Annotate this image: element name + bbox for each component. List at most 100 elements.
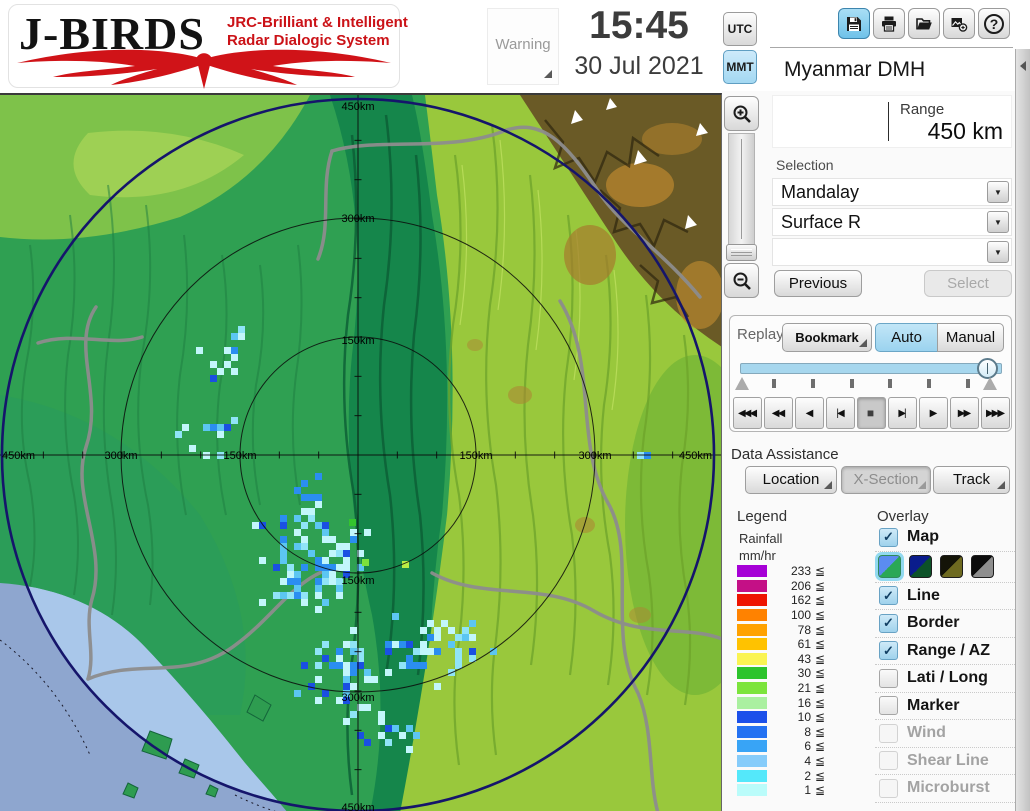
replay-label: Replay: [737, 326, 784, 343]
legend-lte-symbol: ≦: [815, 666, 826, 681]
checkbox[interactable]: [879, 751, 898, 771]
map-style-1[interactable]: [878, 555, 901, 578]
overlay-item-microburst[interactable]: Microburst: [875, 775, 1015, 803]
overlay-item-border[interactable]: ✓ Border: [875, 610, 1015, 638]
zoom-out-button[interactable]: [724, 263, 759, 298]
chevron-down-icon[interactable]: ▼: [987, 181, 1009, 203]
overlay-item-shear-line[interactable]: Shear Line: [875, 748, 1015, 775]
playback-play-backward-button[interactable]: ◀: [795, 397, 824, 429]
chevron-down-icon[interactable]: ▼: [987, 211, 1009, 233]
radar-map[interactable]: 450km 300km 150km 150km 300km 450km 450k…: [0, 93, 722, 811]
checkbox[interactable]: [879, 696, 898, 716]
overlay-item-map[interactable]: ✓ Map: [875, 524, 1015, 552]
zoom-slider-handle[interactable]: [726, 244, 757, 261]
auto-button[interactable]: Auto: [875, 323, 938, 352]
playback-step-forward-button[interactable]: ▶|: [888, 397, 917, 429]
map-style-4[interactable]: [971, 555, 994, 578]
overlay-item-label: Shear Line: [907, 751, 989, 769]
product-dropdown[interactable]: Surface R ▼: [772, 208, 1012, 236]
legend-swatch: [737, 725, 767, 738]
playback-forward-fast-button[interactable]: ▶▶▶: [981, 397, 1010, 429]
legend-lte-symbol: ≦: [815, 724, 826, 739]
map-style-3[interactable]: [940, 555, 963, 578]
manual-button[interactable]: Manual: [937, 323, 1004, 352]
select-button[interactable]: Select: [924, 270, 1012, 297]
legend-lte-symbol: ≦: [815, 710, 826, 725]
map-style-2[interactable]: [909, 555, 932, 578]
ring-label-450-right: 450km: [679, 450, 712, 462]
playback-rewind-fast-button[interactable]: ◀◀◀: [733, 397, 762, 429]
previous-button[interactable]: Previous: [774, 270, 862, 297]
legend-lte-symbol: ≦: [815, 578, 826, 593]
legend-value: 30: [797, 666, 811, 681]
range-label: Range: [900, 101, 945, 118]
bookmark-label: Bookmark: [795, 330, 859, 345]
extra-dropdown[interactable]: ▼: [772, 238, 1012, 266]
legend-lte-symbol: ≦: [815, 681, 826, 696]
zoom-in-button[interactable]: [724, 96, 759, 131]
x-section-button[interactable]: X-Section: [841, 466, 931, 494]
range-display: Range 450 km: [772, 95, 1012, 148]
legend-swatch: [737, 740, 767, 753]
slider-tick: [927, 379, 932, 388]
save-button[interactable]: [838, 8, 870, 39]
checkbox[interactable]: ✓: [879, 613, 898, 633]
replay-panel: Replay Bookmark Auto Manual ◀◀◀ ◀◀ ◀ |◀ ■ ▶| ▶…: [729, 315, 1012, 432]
logo-subtitle-1: JRC-Brilliant & Intelligent: [227, 14, 408, 31]
slider-tick: [810, 379, 815, 388]
zoom-out-icon: [733, 272, 751, 290]
overlay-item-label: Microburst: [907, 779, 990, 797]
chevron-down-icon[interactable]: ▼: [987, 241, 1009, 263]
track-button[interactable]: Track: [933, 466, 1010, 494]
legend-unit-line1: Rainfall: [739, 531, 783, 546]
replay-slider-track[interactable]: [740, 363, 1002, 374]
playback-stop-button[interactable]: ■: [857, 397, 886, 429]
panel-separator: [770, 47, 1013, 48]
panel-collapse-strip[interactable]: [1015, 49, 1030, 811]
playback-step-backward-button[interactable]: |◀: [826, 397, 855, 429]
save-icon: [847, 16, 861, 31]
ring-label-450-bottom: 450km: [341, 802, 374, 811]
playback-forward-button[interactable]: ▶▶: [950, 397, 979, 429]
legend-value: 43: [797, 651, 811, 666]
overlay-item-lati-long[interactable]: Lati / Long: [875, 665, 1015, 693]
legend-swatch: [737, 784, 767, 797]
zoom-slider-track[interactable]: [728, 133, 755, 245]
track-label: Track: [953, 471, 990, 488]
checkbox[interactable]: [879, 778, 898, 798]
checkbox[interactable]: [879, 723, 898, 743]
checkbox[interactable]: [879, 668, 898, 688]
printer-icon: [882, 16, 896, 32]
legend-entry: 4 ≦: [737, 754, 837, 769]
legend-scale: 233 ≦ 206 ≦ 162 ≦ 100 ≦ 78 ≦ 61 ≦ 43 ≦ 30 ≦ 21 ≦ 16 ≦ 10 ≦ 8 ≦ 6…: [737, 564, 837, 798]
print-button[interactable]: [873, 8, 905, 39]
checkbox[interactable]: ✓: [879, 527, 898, 547]
legend-entry: 2 ≦: [737, 768, 837, 783]
checkbox[interactable]: ✓: [879, 641, 898, 661]
overlay-item-marker[interactable]: Marker: [875, 693, 1015, 720]
legend-swatch: [737, 755, 767, 768]
overlay-item-range-az[interactable]: ✓ Range / AZ: [875, 638, 1015, 665]
location-button[interactable]: Location: [745, 466, 837, 494]
utc-button[interactable]: UTC: [723, 12, 757, 46]
slider-end-marker[interactable]: [983, 377, 997, 390]
site-dropdown[interactable]: Mandalay ▼: [772, 178, 1012, 206]
bookmark-button[interactable]: Bookmark: [782, 323, 872, 352]
overlay-item-label: Line: [907, 586, 940, 604]
checkbox[interactable]: ✓: [879, 586, 898, 606]
legend-lte-symbol: ≦: [815, 637, 826, 652]
playback-play-button[interactable]: ▶: [919, 397, 948, 429]
legend-swatch: [737, 682, 767, 695]
mmt-button[interactable]: MMT: [723, 50, 757, 84]
overlay-item-wind[interactable]: Wind: [875, 720, 1015, 748]
replay-slider-handle[interactable]: [977, 358, 998, 379]
slider-start-marker[interactable]: [735, 377, 749, 390]
help-button[interactable]: ?: [978, 8, 1010, 39]
range-value: 450 km: [927, 118, 1003, 144]
playback-rewind-button[interactable]: ◀◀: [764, 397, 793, 429]
range-divider: [888, 102, 889, 141]
overlay-item-line[interactable]: ✓ Line: [875, 583, 1015, 610]
capture-image-button[interactable]: [943, 8, 975, 39]
warning-button[interactable]: Warning: [487, 8, 559, 85]
open-folder-button[interactable]: [908, 8, 940, 39]
